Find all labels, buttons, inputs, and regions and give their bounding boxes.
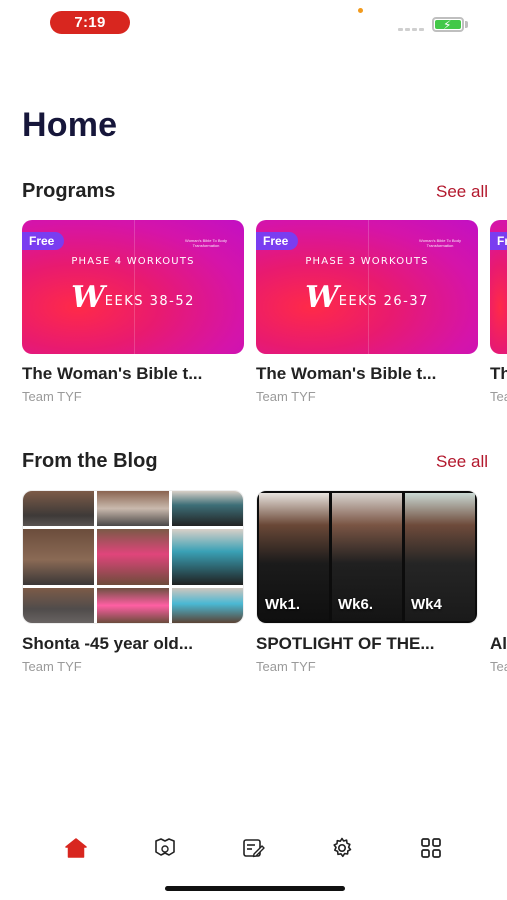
tab-journal[interactable] [233, 828, 273, 868]
blog-author: Team TYF [256, 659, 316, 674]
blog-header: From the Blog See all [22, 450, 488, 473]
programs-header: Programs See all [22, 180, 488, 203]
blog-title[interactable]: Shonta -45 year old... [22, 634, 244, 654]
free-badge: Free [256, 232, 299, 250]
programs-see-all-link[interactable]: See all [436, 182, 488, 202]
tab-home[interactable] [56, 828, 96, 868]
free-badge: Free [22, 232, 65, 250]
status-time: 7:19 [50, 11, 130, 34]
blog-card[interactable]: Wk1. Wk6. Wk4 SPOTLIGHT OF THE... Team T… [256, 490, 478, 674]
thumbnail-phase-text: PHASE 4 WORKOUTS [71, 256, 195, 267]
thumbnail-weeks-text: WEEKS 26-37 [305, 280, 429, 315]
thumbnail-caption: Woman's Bible To Body Transformation [185, 238, 227, 248]
program-title[interactable]: The Woman's Bible t... [256, 364, 478, 384]
status-bar: 7:19 ⚡ [0, 0, 507, 44]
blog-carousel[interactable]: Shonta -45 year old... Team TYF Wk1. Wk6… [22, 490, 507, 674]
tab-programs[interactable] [145, 828, 185, 868]
thumbnail-caption: Woman's Bible To Body Transformation [419, 238, 461, 248]
program-author: Tea [490, 389, 507, 404]
journal-icon [243, 839, 266, 858]
progress-photo-strip: Wk1. Wk6. Wk4 [257, 491, 477, 623]
blog-card-partial[interactable]: Al Tea [490, 490, 507, 674]
week-label: Wk1. [265, 596, 301, 613]
signal-icon [398, 28, 424, 31]
privacy-indicator-dot [358, 8, 363, 13]
tab-settings[interactable] [322, 828, 362, 868]
battery-cap [465, 21, 468, 28]
grid-icon [420, 838, 441, 858]
program-thumbnail[interactable]: Free Woman's Bible To Body Transformatio… [22, 220, 244, 354]
program-author: Team TYF [256, 389, 316, 404]
blog-title[interactable]: SPOTLIGHT OF THE... [256, 634, 478, 654]
week-label: Wk6. [338, 596, 374, 613]
blog-thumbnail[interactable] [490, 490, 507, 624]
thumbnail-weeks-text: WEEKS 38-52 [71, 280, 195, 315]
tab-more[interactable] [411, 828, 451, 868]
programs-icon [155, 838, 175, 856]
blog-thumbnail[interactable]: Wk1. Wk6. Wk4 [256, 490, 478, 624]
free-badge: Fr [490, 232, 507, 250]
program-title[interactable]: Th [490, 364, 507, 384]
progress-photo-collage [23, 491, 243, 623]
home-indicator [165, 886, 345, 891]
program-title[interactable]: The Woman's Bible t... [22, 364, 244, 384]
programs-carousel[interactable]: Free Woman's Bible To Body Transformatio… [22, 220, 507, 404]
blog-author: Tea [490, 659, 507, 674]
home-icon [65, 838, 88, 858]
program-thumbnail[interactable]: Free Woman's Bible To Body Transformatio… [256, 220, 478, 354]
thumbnail-phase-text: PHASE 3 WORKOUTS [305, 256, 429, 267]
page-title: Home [22, 106, 118, 144]
blog-see-all-link[interactable]: See all [436, 452, 488, 472]
charging-bolt-icon: ⚡ [443, 18, 452, 32]
programs-section-title: Programs [22, 180, 116, 202]
blog-thumbnail[interactable] [22, 490, 244, 624]
program-card-partial[interactable]: Fr Th Tea [490, 220, 507, 404]
gear-icon [333, 837, 352, 858]
blog-card[interactable]: Shonta -45 year old... Team TYF [22, 490, 244, 674]
program-thumbnail[interactable]: Fr [490, 220, 507, 354]
bottom-tab-bar [0, 826, 507, 870]
battery-icon: ⚡ [432, 17, 464, 32]
program-card[interactable]: Free Woman's Bible To Body Transformatio… [22, 220, 244, 404]
program-author: Team TYF [22, 389, 82, 404]
program-card[interactable]: Free Woman's Bible To Body Transformatio… [256, 220, 478, 404]
blog-author: Team TYF [22, 659, 82, 674]
week-label: Wk4 [411, 596, 442, 613]
blog-section-title: From the Blog [22, 450, 158, 472]
blog-title[interactable]: Al [490, 634, 507, 654]
